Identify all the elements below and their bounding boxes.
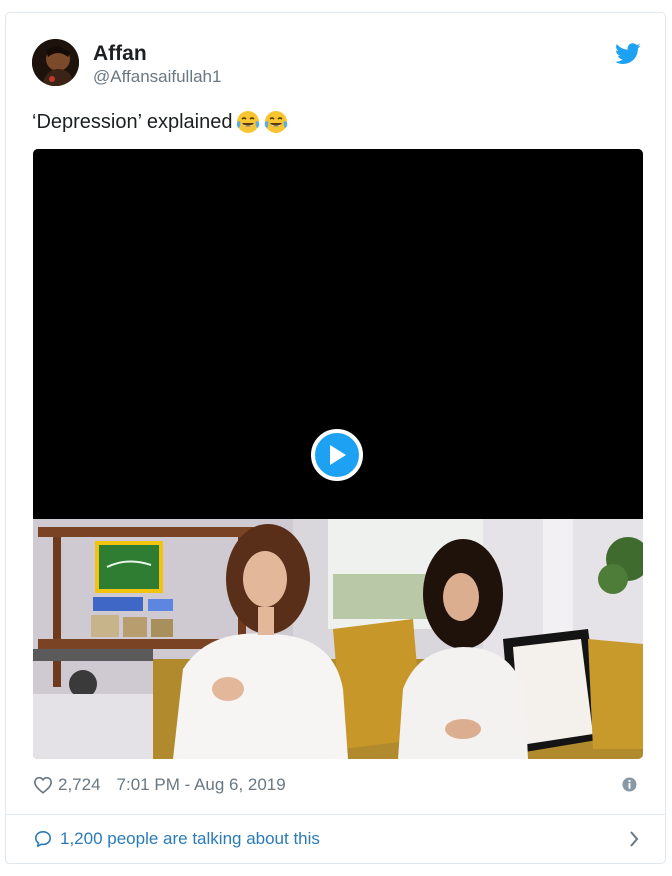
video-thumbnail — [33, 519, 643, 759]
face-with-tears-of-joy-icon — [264, 111, 287, 133]
video-player[interactable] — [33, 149, 643, 759]
play-button[interactable] — [311, 429, 363, 481]
chevron-right-icon[interactable] — [629, 831, 639, 847]
author-handle[interactable]: @Affansaifullah1 — [93, 67, 221, 87]
speech-bubble-icon — [34, 830, 52, 848]
avatar[interactable] — [32, 39, 79, 86]
tweet-card: Affan @Affansaifullah1 ‘Depression’ expl… — [5, 12, 666, 864]
talking-about-label[interactable]: 1,200 people are talking about this — [60, 829, 320, 849]
heart-icon[interactable] — [33, 776, 53, 794]
tweet-timestamp[interactable]: 7:01 PM - Aug 6, 2019 — [117, 775, 286, 795]
twitter-bird-icon[interactable] — [615, 43, 641, 65]
author-name[interactable]: Affan — [93, 42, 147, 66]
face-with-tears-of-joy-icon — [236, 111, 259, 133]
tweet-meta: 2,724 7:01 PM - Aug 6, 2019 — [33, 773, 286, 797]
avatar-image — [32, 39, 79, 86]
play-icon — [330, 445, 346, 465]
info-icon[interactable] — [622, 777, 637, 792]
tweet-text-content: ‘Depression’ explained — [32, 111, 233, 133]
like-count[interactable]: 2,724 — [58, 775, 101, 795]
tweet-text: ‘Depression’ explained — [32, 109, 289, 135]
talking-about-link[interactable]: 1,200 people are talking about this — [6, 815, 665, 863]
